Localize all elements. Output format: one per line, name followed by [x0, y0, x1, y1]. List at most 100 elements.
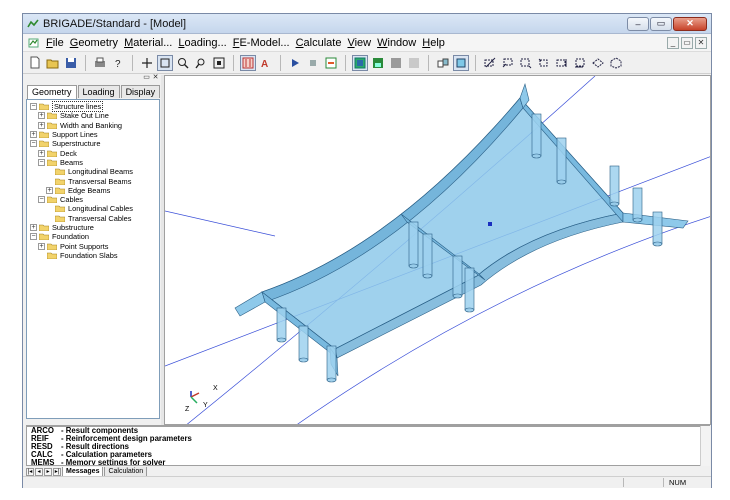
tree-item[interactable]: Transversal Beams: [27, 176, 159, 186]
tree-item[interactable]: Longitudinal Beams: [27, 167, 159, 176]
maximize-button[interactable]: ▭: [650, 16, 672, 31]
view-shaded-icon[interactable]: [352, 54, 368, 71]
view-front-icon[interactable]: [482, 55, 498, 71]
mdi-close-button[interactable]: ✕: [695, 36, 707, 49]
tab-loading[interactable]: Loading: [77, 85, 120, 98]
tree-item[interactable]: − Foundation: [27, 232, 159, 241]
axis-triad: [190, 391, 200, 404]
tab-calculation[interactable]: Calculation: [104, 466, 148, 477]
collapse-icon[interactable]: −: [38, 196, 45, 204]
help-cursor-icon[interactable]: ?: [110, 55, 126, 71]
list-item[interactable]: REIF - Reinforcement design parameters: [31, 435, 709, 443]
menu-fe-model[interactable]: FE-Model...: [230, 37, 293, 49]
view-grey-icon[interactable]: [388, 55, 404, 71]
tree-item[interactable]: + Width and Banking: [27, 121, 159, 130]
panel-restore-icon[interactable]: ▭: [143, 74, 150, 82]
tree-item[interactable]: + Point Supports: [27, 241, 159, 251]
tree-item-label: Longitudinal Cables: [68, 204, 133, 214]
tree-item[interactable]: + Support Lines: [27, 130, 159, 139]
layers-icon[interactable]: [435, 55, 451, 71]
view-mesh-icon[interactable]: [370, 55, 386, 71]
tree-item[interactable]: + Substructure: [27, 223, 159, 232]
zoom-extents-icon[interactable]: [211, 55, 227, 71]
last-tab-button[interactable]: ▸|: [53, 467, 61, 476]
expand-icon[interactable]: +: [38, 112, 45, 120]
menu-loading[interactable]: Loading...: [175, 37, 229, 49]
console-scrollbar[interactable]: [700, 426, 710, 466]
view-bottom-icon[interactable]: [572, 55, 588, 71]
minimize-button[interactable]: –: [627, 16, 649, 31]
tree-item[interactable]: Foundation Slabs: [27, 251, 159, 260]
menu-view[interactable]: View: [344, 37, 374, 49]
view-iso-icon[interactable]: [590, 55, 606, 71]
view-left-icon[interactable]: [518, 55, 534, 71]
render-mode-icon[interactable]: [240, 54, 256, 71]
collapse-icon[interactable]: −: [30, 233, 37, 241]
list-item[interactable]: MEMS - Memory settings for solver: [31, 459, 709, 466]
collapse-icon[interactable]: −: [30, 103, 37, 111]
panel-close-icon[interactable]: ✕: [152, 74, 159, 82]
render-alt-icon[interactable]: A: [258, 55, 274, 71]
expand-icon[interactable]: +: [30, 224, 37, 231]
bridge-model-3d: X Y Z: [165, 76, 710, 424]
results-icon[interactable]: [323, 55, 339, 71]
new-file-icon[interactable]: [27, 55, 43, 71]
expand-icon[interactable]: +: [38, 121, 45, 129]
tree-item[interactable]: Longitudinal Cables: [27, 204, 159, 213]
toolbar-separator: [280, 54, 281, 71]
tree-item[interactable]: + Deck: [27, 148, 159, 158]
next-tab-button[interactable]: ▸: [44, 467, 52, 476]
tree-item[interactable]: Transversal Cables: [27, 214, 159, 223]
tab-display[interactable]: Display: [120, 85, 161, 98]
panel-tabs: Geometry Loading Display: [25, 85, 161, 99]
tree-item[interactable]: − Cables: [27, 195, 159, 204]
document-icon[interactable]: [28, 37, 40, 49]
model-3d-icon[interactable]: [453, 54, 469, 71]
tab-geometry[interactable]: Geometry: [27, 85, 77, 99]
zoom-window-icon[interactable]: [157, 54, 173, 71]
mdi-minimize-button[interactable]: _: [667, 36, 679, 49]
tree-item[interactable]: − Superstructure: [27, 139, 159, 148]
zoom-in-out-icon[interactable]: [193, 55, 209, 71]
pan-icon[interactable]: [139, 55, 155, 71]
open-folder-icon[interactable]: [45, 55, 61, 71]
tree-item[interactable]: − Beams: [27, 158, 159, 167]
menu-geometry[interactable]: Geometry: [67, 37, 121, 49]
run-icon[interactable]: [287, 55, 303, 71]
menu-help[interactable]: Help: [419, 37, 448, 49]
tree-item[interactable]: − Structure lines: [27, 101, 159, 113]
tab-messages[interactable]: Messages: [62, 466, 104, 477]
first-tab-button[interactable]: |◂: [26, 467, 34, 476]
collapse-icon[interactable]: −: [30, 140, 37, 148]
view-iso-alt-icon[interactable]: [608, 55, 624, 71]
model-viewport[interactable]: X Y Z: [164, 75, 711, 425]
view-light-icon[interactable]: [406, 55, 422, 71]
tree-item[interactable]: + Edge Beams: [27, 186, 159, 195]
tree-item[interactable]: + Stake Out Line: [27, 111, 159, 120]
folder-icon: [38, 131, 50, 139]
axis-z-label: Z: [185, 406, 190, 413]
expand-icon[interactable]: +: [30, 131, 37, 139]
toolbar-separator: [132, 54, 133, 71]
close-button[interactable]: ✕: [673, 16, 707, 31]
menu-material[interactable]: Material...: [121, 37, 175, 49]
view-back-icon[interactable]: [500, 55, 516, 71]
stop-icon[interactable]: [305, 55, 321, 71]
zoom-icon[interactable]: [175, 55, 191, 71]
menu-file[interactable]: File: [43, 37, 67, 49]
column: [422, 233, 433, 279]
prev-tab-button[interactable]: ◂: [35, 467, 43, 476]
mdi-restore-button[interactable]: ▭: [681, 36, 693, 49]
print-icon[interactable]: [92, 55, 108, 71]
save-icon[interactable]: [63, 55, 79, 71]
view-right-icon[interactable]: [536, 55, 552, 71]
collapse-icon[interactable]: −: [38, 158, 45, 166]
expand-icon[interactable]: +: [38, 242, 45, 250]
expand-icon[interactable]: +: [46, 186, 53, 194]
menu-calculate[interactable]: Calculate: [293, 37, 345, 49]
expand-icon[interactable]: +: [38, 149, 45, 157]
menu-window[interactable]: Window: [374, 37, 419, 49]
toolbar-separator: [475, 54, 476, 71]
view-top-icon[interactable]: [554, 55, 570, 71]
status-divider: [663, 478, 664, 487]
